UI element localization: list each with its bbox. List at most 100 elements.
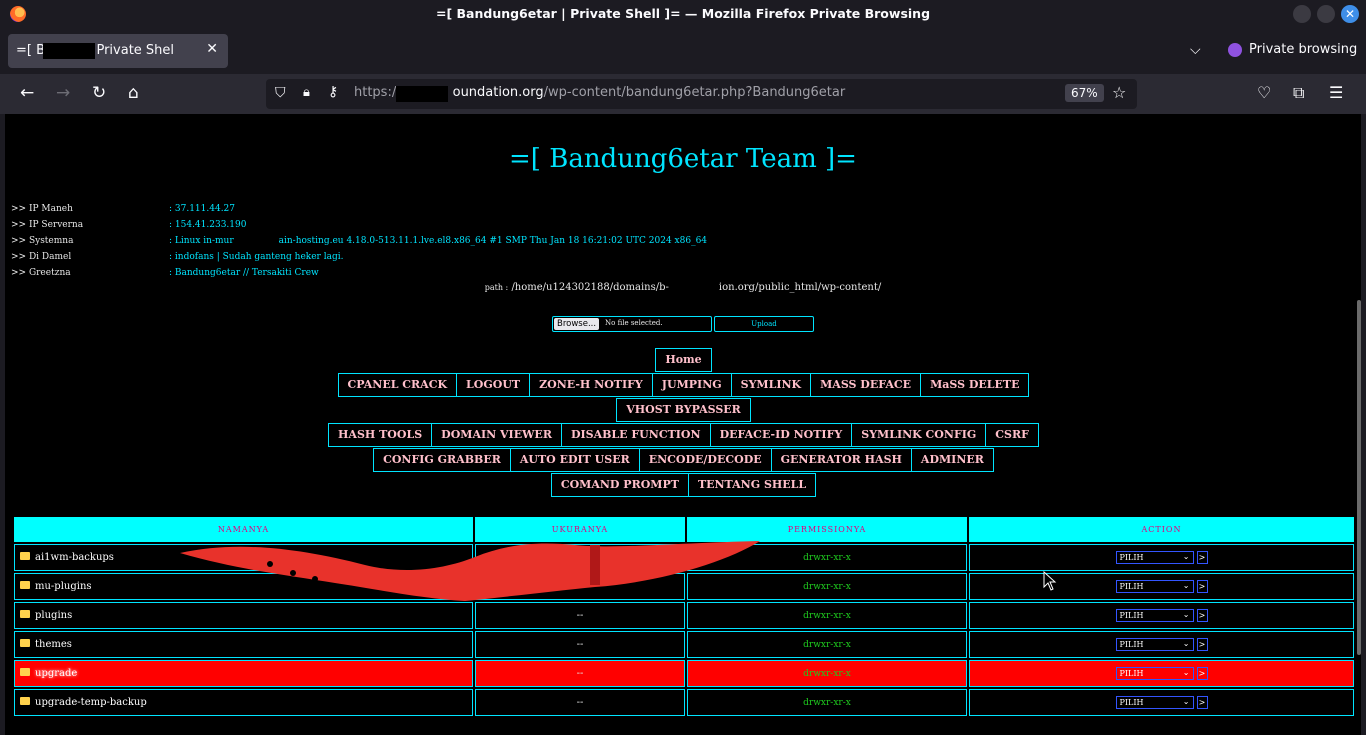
menu-auto-edit-user[interactable]: AUTO EDIT USER bbox=[509, 448, 640, 472]
file-name-cell[interactable]: plugins bbox=[14, 602, 473, 629]
folder-icon bbox=[20, 610, 30, 618]
menu-config-grabber[interactable]: CONFIG GRABBER bbox=[373, 448, 511, 472]
folder-icon bbox=[20, 668, 30, 676]
file-size: -- bbox=[475, 689, 685, 716]
menu-jumping[interactable]: JUMPING bbox=[651, 373, 732, 397]
action-select[interactable]: PILIH ⌄ bbox=[1115, 551, 1194, 564]
file-name[interactable]: upgrade-temp-backup bbox=[35, 697, 147, 708]
chevron-down-icon: ⌄ bbox=[1182, 552, 1190, 561]
home-icon[interactable]: ⌂ bbox=[128, 83, 139, 103]
file-name[interactable]: themes bbox=[35, 639, 72, 650]
go-button[interactable]: > bbox=[1196, 551, 1208, 564]
action-cell: PILIH ⌄ > bbox=[969, 631, 1354, 658]
mouse-cursor-icon bbox=[1043, 571, 1057, 591]
menu-zone-h-notify[interactable]: ZONE-H NOTIFY bbox=[529, 373, 653, 397]
bookmark-star-icon[interactable]: ☆ bbox=[1112, 83, 1126, 102]
upload-button[interactable]: Upload bbox=[714, 316, 814, 332]
go-button[interactable]: > bbox=[1196, 696, 1208, 709]
maximize-button[interactable] bbox=[1317, 5, 1335, 23]
file-name-cell[interactable]: upgrade bbox=[14, 660, 473, 687]
file-name[interactable]: ai1wm-backups bbox=[35, 552, 114, 563]
chevron-down-icon: ⌄ bbox=[1182, 639, 1190, 648]
tab-active[interactable]: =[ B 6etar | Private Shel ✕ bbox=[8, 34, 228, 68]
action-select[interactable]: PILIH ⌄ bbox=[1115, 638, 1194, 651]
action-cell: PILIH ⌄ > bbox=[969, 602, 1354, 629]
chevron-down-icon: ⌄ bbox=[1182, 581, 1190, 590]
info-value: : Linux in-mur bbox=[169, 236, 234, 246]
action-cell: PILIH ⌄ > bbox=[969, 544, 1354, 571]
extensions-icon[interactable]: ⧉ bbox=[1293, 83, 1304, 103]
info-value: : Bandung6etar // Tersakiti Crew bbox=[169, 268, 319, 278]
menu-tentang-shell[interactable]: TENTANG SHELL bbox=[687, 473, 817, 497]
file-input[interactable]: Browse... No file selected. bbox=[552, 316, 712, 332]
folder-icon bbox=[20, 581, 30, 589]
menu-symlink[interactable]: SYMLINK bbox=[730, 373, 812, 397]
go-button[interactable]: > bbox=[1196, 609, 1208, 622]
action-select[interactable]: PILIH ⌄ bbox=[1115, 609, 1194, 622]
file-permission: drwxr-xr-x bbox=[687, 602, 967, 629]
chevron-down-icon: ⌄ bbox=[1182, 668, 1190, 677]
menu-disable-function[interactable]: DISABLE FUNCTION bbox=[560, 423, 711, 447]
tracking-shield-icon[interactable]: ⛉ bbox=[275, 85, 286, 101]
pocket-icon[interactable]: ♡ bbox=[1257, 83, 1271, 102]
close-window-button[interactable]: ✕ bbox=[1341, 5, 1359, 23]
file-name-cell[interactable]: themes bbox=[14, 631, 473, 658]
go-button[interactable]: > bbox=[1196, 638, 1208, 651]
back-icon[interactable]: ← bbox=[20, 83, 34, 103]
info-row: >> IP Serverna: 154.41.233.190 bbox=[11, 218, 707, 234]
action-select[interactable]: PILIH ⌄ bbox=[1115, 580, 1194, 593]
menu-comand-prompt[interactable]: COMAND PROMPT bbox=[550, 473, 689, 497]
menu-home[interactable]: Home bbox=[655, 348, 712, 372]
zoom-level-button[interactable]: 67% bbox=[1065, 84, 1104, 102]
info-key: >> Systemna bbox=[11, 236, 74, 246]
path-text: /home/u124302188/domains/b- bbox=[511, 282, 669, 293]
url-bar[interactable]: ⛉ 🔒︎ ⚷ https://oundation.org/wp-content/… bbox=[266, 79, 1137, 109]
file-permission: drwxr-xr-x bbox=[687, 631, 967, 658]
menu-mass-deface[interactable]: MASS DEFACE bbox=[810, 373, 922, 397]
menu-domain-viewer[interactable]: DOMAIN VIEWER bbox=[431, 423, 562, 447]
go-button[interactable]: > bbox=[1196, 580, 1208, 593]
file-table: NAMANYA UKURANYA PERMISSIONYA ACTION ai1… bbox=[12, 515, 1356, 718]
menu-cpanel-crack[interactable]: CPANEL CRACK bbox=[337, 373, 458, 397]
page-scrollbar[interactable] bbox=[1357, 300, 1361, 655]
file-name[interactable]: plugins bbox=[35, 610, 72, 621]
minimize-button[interactable] bbox=[1293, 5, 1311, 23]
reload-icon[interactable]: ↻ bbox=[92, 83, 106, 103]
menu-encode-decode[interactable]: ENCODE/DECODE bbox=[638, 448, 772, 472]
file-size: -- bbox=[475, 660, 685, 687]
menu-vhost-bypasser[interactable]: VHOST BYPASSER bbox=[616, 398, 751, 422]
menu-logout[interactable]: LOGOUT bbox=[456, 373, 531, 397]
list-all-tabs-icon[interactable]: ⌵ bbox=[1190, 42, 1201, 58]
path-text-cont: ion.org/public_html/wp-content/ bbox=[718, 282, 882, 293]
forward-icon[interactable]: → bbox=[56, 83, 70, 103]
private-browsing-label: Private browsing bbox=[1249, 42, 1358, 57]
info-row: >> Greetzna : Bandung6etar // Tersakiti C… bbox=[11, 266, 707, 282]
browse-button[interactable]: Browse... bbox=[554, 318, 600, 330]
action-cell: PILIH ⌄ > bbox=[969, 689, 1354, 716]
info-row: >> Di Damel: indofans | Sudah ganteng he… bbox=[11, 250, 707, 266]
go-button[interactable]: > bbox=[1196, 667, 1208, 680]
file-name-cell[interactable]: mu-plugins bbox=[14, 573, 473, 600]
menu-mass-delete[interactable]: MaSS DELETE bbox=[920, 373, 1030, 397]
menu-adminer[interactable]: ADMINER bbox=[910, 448, 994, 472]
menu-generator-hash[interactable]: GENERATOR HASH bbox=[770, 448, 912, 472]
tab-close-icon[interactable]: ✕ bbox=[206, 41, 218, 57]
key-icon[interactable]: ⚷ bbox=[328, 84, 338, 100]
lock-icon[interactable]: 🔒︎ bbox=[303, 85, 310, 100]
action-select[interactable]: PILIH ⌄ bbox=[1115, 696, 1194, 709]
menu-hamburger-icon[interactable]: ☰ bbox=[1329, 83, 1343, 102]
file-name-cell[interactable]: ai1wm-backups bbox=[14, 544, 473, 571]
redaction-box bbox=[43, 43, 95, 59]
table-row: ai1wm-backups -- drwxr-xr-x PILIH ⌄ > bbox=[14, 544, 1354, 571]
redaction-box bbox=[233, 234, 279, 243]
file-size: -- bbox=[475, 631, 685, 658]
menu-symlink-config[interactable]: SYMLINK CONFIG bbox=[851, 423, 987, 447]
file-name-cell[interactable]: upgrade-temp-backup bbox=[14, 689, 473, 716]
menu-deface-id-notify[interactable]: DEFACE-ID NOTIFY bbox=[709, 423, 853, 447]
file-name[interactable]: upgrade bbox=[35, 668, 77, 679]
menu-hash-tools[interactable]: HASH TOOLS bbox=[328, 423, 433, 447]
file-name[interactable]: mu-plugins bbox=[35, 581, 92, 592]
info-key: >> Greetzna bbox=[11, 268, 71, 278]
action-select[interactable]: PILIH ⌄ bbox=[1115, 667, 1194, 680]
menu-csrf[interactable]: CSRF bbox=[985, 423, 1039, 447]
